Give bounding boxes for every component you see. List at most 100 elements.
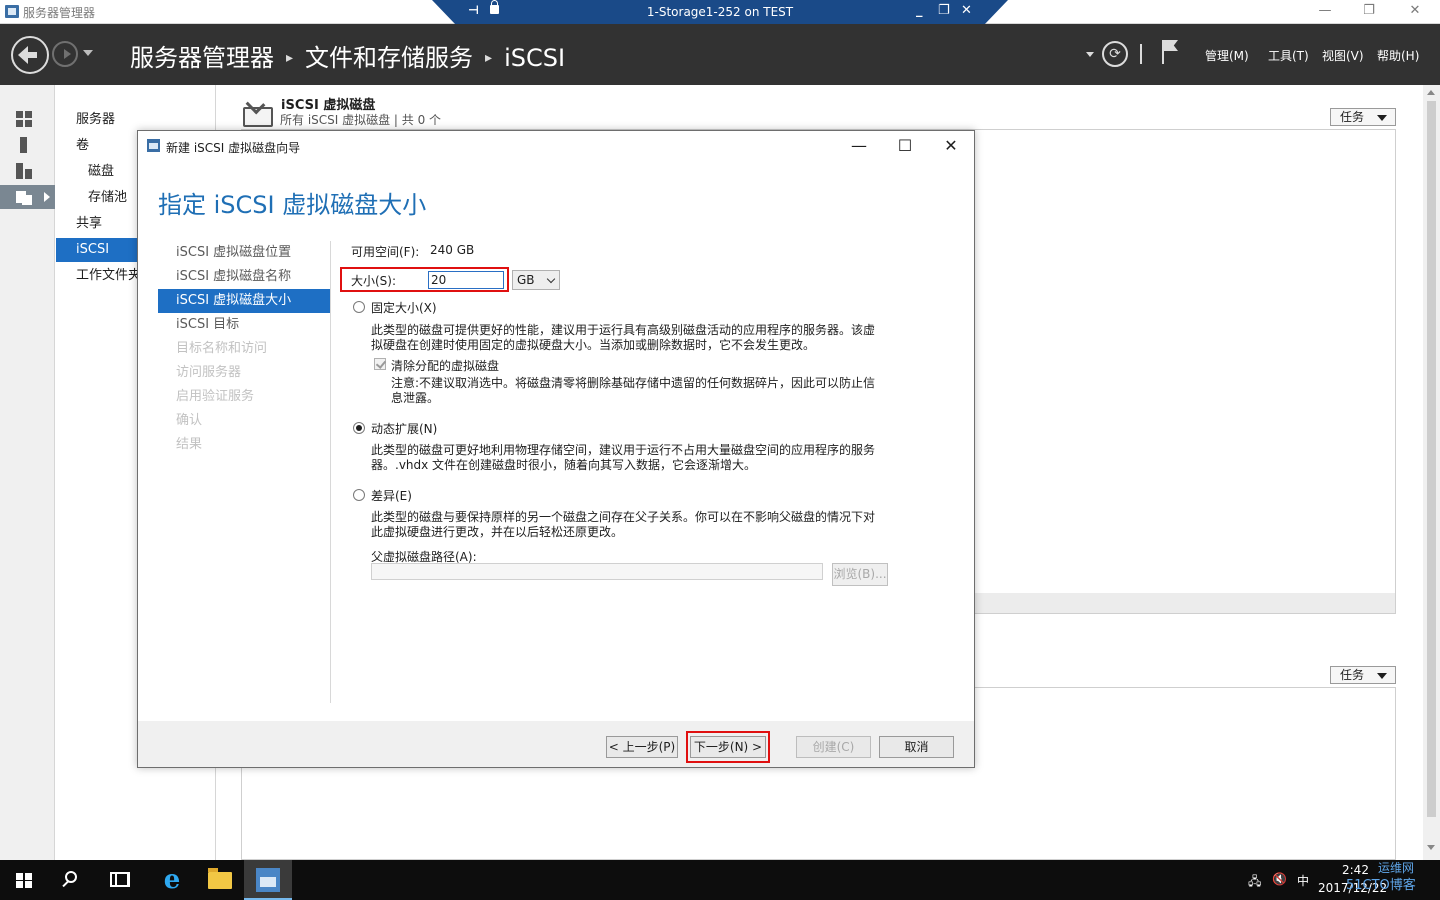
fixed-size-description: 此类型的磁盘可提供更好的性能，建议用于运行具有高级别磁盘活动的应用程序的服务器。… xyxy=(371,323,876,352)
folder-icon xyxy=(208,868,232,889)
dialog-minimize-button[interactable]: — xyxy=(844,135,874,157)
steps-divider xyxy=(330,241,331,703)
browse-button: 浏览(B)... xyxy=(832,563,888,586)
differencing-description: 此类型的磁盘与要保持原样的另一个磁盘之间存在父子关系。你可以在不影响父磁盘的情况… xyxy=(371,510,876,539)
rail-all-servers[interactable] xyxy=(0,159,55,183)
refresh-icon[interactable]: ⟳ xyxy=(1102,41,1128,67)
file-storage-icon xyxy=(16,189,32,205)
clear-allocated-checkbox xyxy=(374,358,386,370)
left-icon-rail xyxy=(0,85,55,860)
new-iscsi-virtual-disk-wizard: 新建 iSCSI 虚拟磁盘向导 — ☐ ✕ 指定 iSCSI 虚拟磁盘大小 iS… xyxy=(137,130,975,768)
internet-explorer-icon: e xyxy=(163,865,181,895)
dialog-title-bar: 新建 iSCSI 虚拟磁盘向导 — ☐ ✕ xyxy=(138,131,974,161)
step-target-name-access: 目标名称和访问 xyxy=(176,341,268,356)
tasks-dropdown-button-2[interactable]: 任务 xyxy=(1330,666,1396,684)
step-disk-location[interactable]: iSCSI 虚拟磁盘位置 xyxy=(158,241,330,265)
breadcrumb-iscsi: iSCSI xyxy=(504,44,566,72)
volume-muted-icon[interactable]: 🔇 xyxy=(1272,872,1287,886)
menu-help[interactable]: 帮助(H) xyxy=(1377,47,1419,64)
fixed-size-radio[interactable] xyxy=(353,301,365,313)
menu-manage[interactable]: 管理(M) xyxy=(1205,47,1249,64)
dialog-maximize-button[interactable]: ☐ xyxy=(890,135,920,157)
breadcrumb-server-manager[interactable]: 服务器管理器 xyxy=(130,44,274,72)
free-space-label: 可用空间(F): xyxy=(351,245,420,259)
header-divider xyxy=(1140,44,1142,64)
rail-local-server[interactable] xyxy=(0,133,55,157)
next-button[interactable]: 下一步(N) > xyxy=(690,736,766,758)
server-manager-icon xyxy=(256,868,280,892)
rail-file-storage[interactable] xyxy=(0,185,55,209)
wizard-page-heading: 指定 iSCSI 虚拟磁盘大小 xyxy=(158,191,427,219)
step-iscsi-target[interactable]: iSCSI 目标 xyxy=(158,313,330,337)
wizard-icon xyxy=(147,139,160,152)
size-label: 大小(S): xyxy=(351,274,397,288)
scroll-thumb[interactable] xyxy=(1427,101,1436,817)
step-results: 结果 xyxy=(176,437,203,452)
start-button[interactable] xyxy=(0,860,48,900)
create-button: 创建(C) xyxy=(796,736,871,758)
tasks-dropdown-button[interactable]: 任务 xyxy=(1330,108,1396,126)
step-disk-name[interactable]: iSCSI 虚拟磁盘名称 xyxy=(158,265,330,289)
task-view-button[interactable] xyxy=(96,860,144,900)
window-title: 服务器管理器 xyxy=(23,6,96,20)
server-manager-taskbar-button[interactable] xyxy=(244,860,292,900)
task-view-icon xyxy=(110,872,130,887)
differencing-radio[interactable] xyxy=(353,489,365,501)
forward-arrow-icon[interactable] xyxy=(52,41,78,67)
search-icon xyxy=(65,871,77,883)
remote-session-bar: ⊣ 1-Storage1-252 on TEST _ ❐ ✕ xyxy=(432,0,1008,24)
watermark-line2: 51CTO博客 xyxy=(1346,878,1416,893)
back-arrow-icon[interactable] xyxy=(11,36,49,74)
step-access-servers: 访问服务器 xyxy=(176,365,242,380)
size-input[interactable]: 20 xyxy=(428,271,504,289)
previous-button[interactable]: < 上一步(P) xyxy=(606,736,678,758)
subnav-servers[interactable]: 服务器 xyxy=(56,108,216,132)
window-restore-button[interactable]: ❐ xyxy=(1359,2,1379,20)
step-enable-auth: 启用验证服务 xyxy=(176,389,255,404)
differencing-label[interactable]: 差异(E) xyxy=(371,487,412,504)
local-server-icon xyxy=(20,137,27,153)
size-unit-select[interactable]: GB xyxy=(512,270,560,290)
refresh-dropdown-icon[interactable] xyxy=(1086,52,1094,57)
history-dropdown-icon[interactable] xyxy=(83,50,93,56)
search-button[interactable] xyxy=(48,860,96,900)
rdp-restore-button[interactable]: ❐ xyxy=(938,3,950,18)
server-manager-app-icon xyxy=(5,5,19,18)
windows-start-icon xyxy=(16,873,32,888)
ie-button[interactable]: e xyxy=(148,860,196,900)
file-explorer-button[interactable] xyxy=(196,860,244,900)
clear-allocated-description: 注意:不建议取消选中。将磁盘清零将删除基础存储中遗留的任何数据碎片，因此可以防止… xyxy=(391,376,876,405)
rdp-close-button[interactable]: ✕ xyxy=(961,3,972,18)
breadcrumb: 服务器管理器 ▸ 文件和存储服务 ▸ iSCSI xyxy=(130,38,565,73)
fixed-size-label[interactable]: 固定大小(X) xyxy=(371,299,437,316)
scroll-up-icon[interactable] xyxy=(1427,90,1435,95)
dynamic-expand-radio[interactable] xyxy=(353,422,365,434)
taskbar: e 🖧 🔇 中 2:42 2017/12/22 运维网 51CTO博客 xyxy=(0,860,1440,900)
rail-dashboard[interactable] xyxy=(0,107,55,131)
cancel-button[interactable]: 取消 xyxy=(879,736,954,758)
expand-caret-icon xyxy=(44,192,50,202)
dashboard-icon xyxy=(16,111,32,127)
network-icon[interactable]: 🖧 xyxy=(1248,872,1261,893)
main-vertical-scrollbar[interactable] xyxy=(1423,85,1440,860)
virtual-disk-icon xyxy=(241,97,273,127)
clear-allocated-label: 清除分配的虚拟磁盘 xyxy=(391,359,500,373)
rdp-minimize-button[interactable]: _ xyxy=(916,3,923,18)
window-minimize-button[interactable]: — xyxy=(1315,2,1335,20)
dynamic-expand-label[interactable]: 动态扩展(N) xyxy=(371,420,437,437)
dialog-footer: < 上一步(P) 下一步(N) > 创建(C) 取消 xyxy=(138,721,974,767)
parent-path-input xyxy=(371,563,823,580)
server-manager-header: 服务器管理器 ▸ 文件和存储服务 ▸ iSCSI ⟳ 管理(M) 工具(T) 视图(V)… xyxy=(0,24,1440,85)
scroll-down-icon[interactable] xyxy=(1427,845,1435,850)
breadcrumb-separator: ▸ xyxy=(485,50,493,66)
menu-view[interactable]: 视图(V) xyxy=(1322,47,1364,64)
breadcrumb-file-storage[interactable]: 文件和存储服务 xyxy=(305,44,473,72)
ime-indicator[interactable]: 中 xyxy=(1297,872,1309,889)
breadcrumb-separator: ▸ xyxy=(286,50,294,66)
tile-subtitle: 所有 iSCSI 虚拟磁盘 | 共 0 个 xyxy=(280,113,442,127)
menu-tools[interactable]: 工具(T) xyxy=(1268,47,1309,64)
window-close-button[interactable]: ✕ xyxy=(1405,2,1425,20)
step-disk-size[interactable]: iSCSI 虚拟磁盘大小 xyxy=(158,289,330,313)
notifications-flag-icon[interactable] xyxy=(1162,40,1164,64)
dialog-close-button[interactable]: ✕ xyxy=(936,135,966,157)
